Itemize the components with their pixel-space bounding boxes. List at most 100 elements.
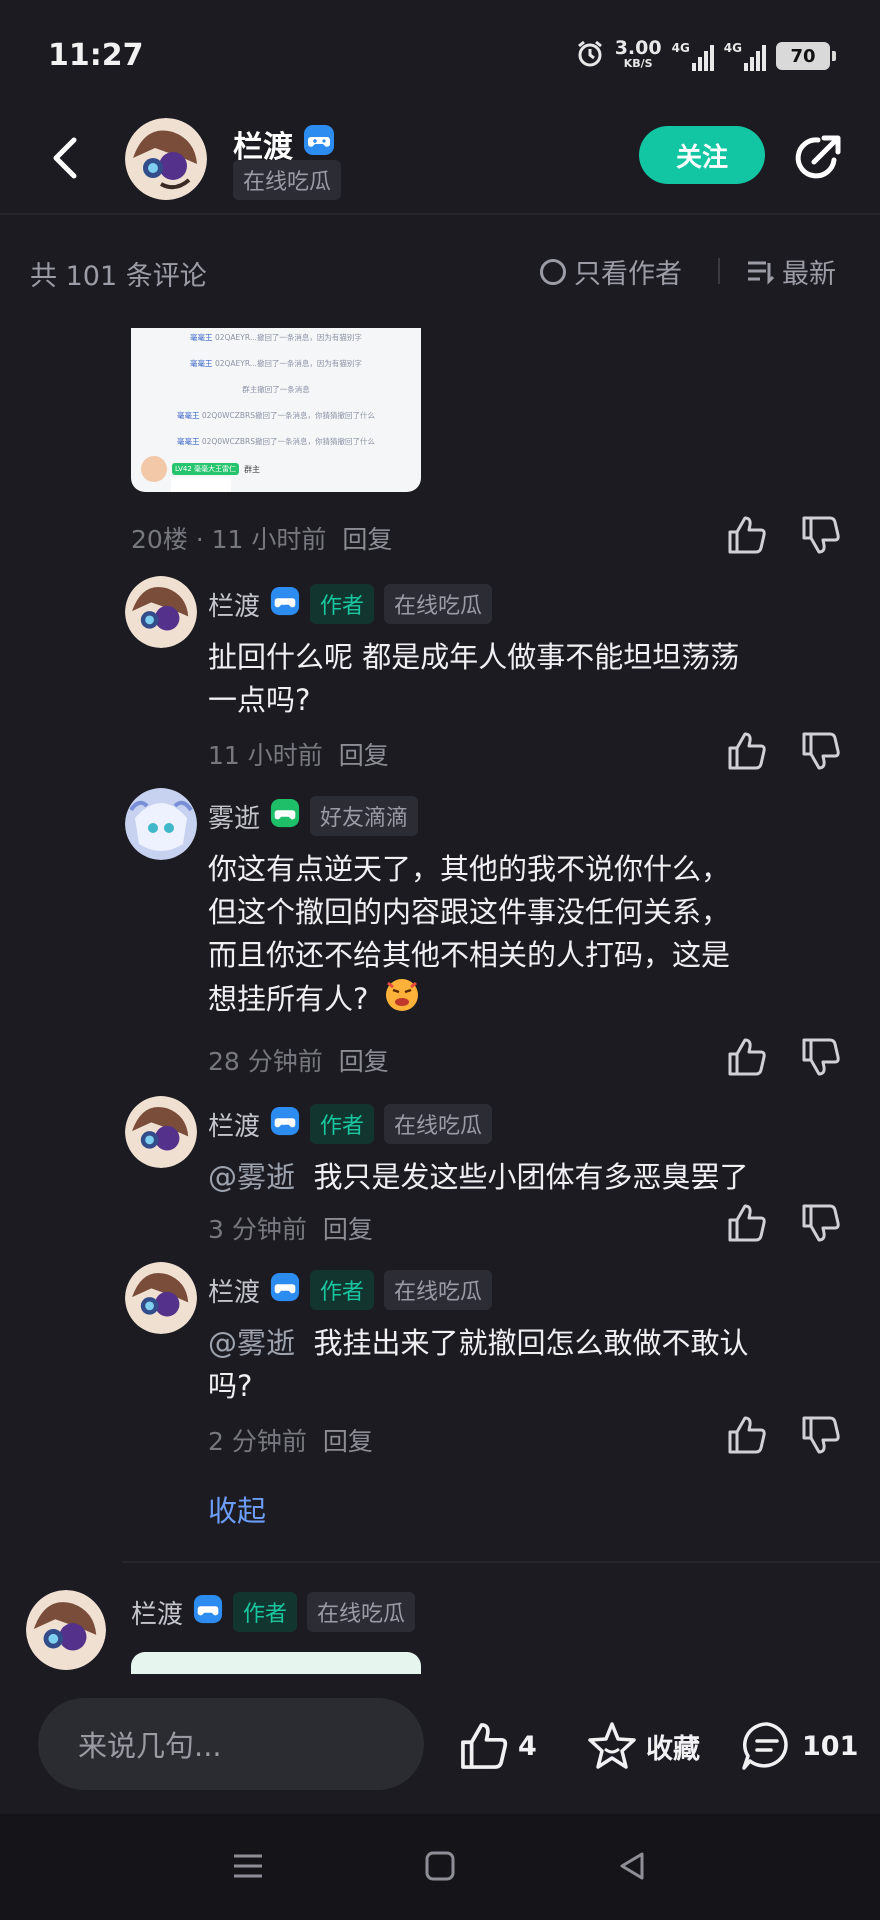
gamepad-badge-icon bbox=[270, 1106, 300, 1143]
thumbs-up-icon bbox=[728, 1204, 766, 1242]
thumbs-up-icon bbox=[728, 516, 766, 554]
embed-line: 毫毫王 02Q0WCZBRS撤回了一条消息，你猜猜撤回了什么 bbox=[176, 437, 376, 446]
reply-button[interactable]: 回复 bbox=[342, 520, 392, 556]
thumbs-up-icon bbox=[728, 1038, 766, 1076]
home-square-icon bbox=[425, 1851, 455, 1881]
comment-bubble-icon bbox=[742, 1722, 788, 1770]
user-tag: 在线吃瓜 bbox=[307, 1592, 416, 1632]
divider bbox=[0, 213, 880, 215]
divider bbox=[122, 1561, 880, 1563]
reply-button[interactable]: 回复 bbox=[339, 1042, 389, 1078]
angry-emoji-icon bbox=[384, 977, 420, 1025]
reply-author: 栏渡 作者 在线吃瓜 bbox=[208, 1270, 493, 1310]
embed-line: 毫毫王 02QAEYR...撤回了一条消息，因为有猫别字 bbox=[190, 359, 362, 368]
thumbs-up-icon bbox=[728, 732, 766, 770]
triangle-back-icon bbox=[620, 1852, 644, 1880]
avatar[interactable] bbox=[26, 1590, 106, 1670]
user-tag: 好友滴滴 bbox=[310, 796, 419, 836]
comment-meta: 28 分钟前 回复 bbox=[208, 1042, 389, 1078]
dislike-button[interactable] bbox=[800, 730, 842, 772]
header-tag: 在线吃瓜 bbox=[233, 160, 342, 200]
alarm-icon bbox=[575, 39, 605, 74]
home-nav-button[interactable] bbox=[424, 1850, 456, 1886]
favorite-button[interactable]: 收藏 bbox=[586, 1720, 700, 1772]
reply-text: @雾逝 我挂出来了就撤回怎么敢做不敢认 吗? bbox=[208, 1326, 749, 1403]
like-button[interactable] bbox=[726, 1414, 768, 1456]
system-nav-bar bbox=[0, 1814, 880, 1920]
dislike-button[interactable] bbox=[800, 1202, 842, 1244]
sort-icon bbox=[748, 261, 774, 285]
reply-button[interactable]: 回复 bbox=[339, 736, 389, 772]
avatar[interactable] bbox=[125, 788, 197, 860]
like-button[interactable] bbox=[726, 1036, 768, 1078]
embed-line: 群主撤回了一条消息 bbox=[242, 385, 310, 394]
share-button[interactable] bbox=[790, 130, 846, 186]
signal-icon: 4G bbox=[672, 41, 714, 71]
comments-button[interactable]: 101 bbox=[740, 1720, 858, 1772]
avatar[interactable] bbox=[125, 1262, 197, 1334]
mention-link[interactable]: @雾逝 bbox=[208, 1326, 295, 1360]
reply-button[interactable]: 回复 bbox=[323, 1422, 373, 1458]
author-badge: 作者 bbox=[310, 1270, 375, 1310]
avatar[interactable] bbox=[125, 118, 207, 200]
reply-text: 你这有点逆天了，其他的我不说你什么， 但这个撤回的内容跟这件事没任何关系， 而且… bbox=[208, 848, 730, 1025]
dislike-button[interactable] bbox=[800, 1036, 842, 1078]
status-icons: 3.00 KB/S 4G 4G 70 bbox=[575, 37, 836, 74]
divider bbox=[718, 258, 720, 284]
comment-input[interactable]: 来说几句... bbox=[38, 1698, 424, 1790]
thumbs-down-icon bbox=[802, 516, 840, 554]
battery-icon: 70 bbox=[776, 42, 836, 70]
user-tag: 在线吃瓜 bbox=[384, 584, 493, 624]
avatar[interactable] bbox=[125, 1096, 197, 1168]
status-time: 11:27 bbox=[48, 38, 144, 73]
comment-meta: 2 分钟前 回复 bbox=[208, 1422, 373, 1458]
follow-button[interactable]: 关注 bbox=[639, 126, 765, 184]
like-button[interactable] bbox=[726, 514, 768, 556]
thumbs-down-icon bbox=[802, 732, 840, 770]
comment-meta: 11 小时前 回复 bbox=[208, 736, 389, 772]
comment-count: 共 101 条评论 bbox=[30, 261, 207, 292]
thumbs-down-icon bbox=[802, 1204, 840, 1242]
comment-image[interactable] bbox=[131, 1652, 421, 1674]
thumbs-up-icon bbox=[461, 1723, 508, 1769]
like-button[interactable] bbox=[726, 730, 768, 772]
comment-image[interactable]: 毫毫王 02QAEYR...撤回了一条消息，因为有猫别字 毫毫王 02QAEYR… bbox=[131, 328, 421, 492]
chevron-left-icon bbox=[53, 137, 77, 179]
author-only-toggle[interactable]: 只看作者 bbox=[540, 252, 682, 291]
comment-meta: 3 分钟前 回复 bbox=[208, 1210, 373, 1246]
reply-text: @雾逝 我只是发这些小团体有多恶臭罢了 bbox=[208, 1160, 749, 1194]
menu-icon bbox=[234, 1854, 262, 1878]
embed-line: 毫毫王 02QAEYR...撤回了一条消息，因为有猫别字 bbox=[190, 333, 362, 342]
user-tag: 在线吃瓜 bbox=[384, 1270, 493, 1310]
comment-author: 栏渡 作者 在线吃瓜 bbox=[131, 1592, 416, 1632]
gamepad-badge-icon bbox=[303, 124, 335, 164]
back-button[interactable] bbox=[40, 128, 90, 188]
share-icon bbox=[795, 135, 841, 179]
dislike-button[interactable] bbox=[800, 1414, 842, 1456]
author-badge: 作者 bbox=[310, 584, 375, 624]
reply-button[interactable]: 回复 bbox=[323, 1210, 373, 1246]
gamepad-badge-icon bbox=[270, 586, 300, 623]
author-badge: 作者 bbox=[310, 1104, 375, 1144]
sort-button[interactable]: 最新 bbox=[746, 252, 836, 291]
like-post-button[interactable]: 4 bbox=[458, 1720, 537, 1772]
star-icon bbox=[588, 1722, 636, 1769]
user-tag: 在线吃瓜 bbox=[384, 1104, 493, 1144]
gamepad-badge-icon bbox=[193, 1594, 223, 1631]
gamepad-badge-icon bbox=[270, 798, 300, 835]
dislike-button[interactable] bbox=[800, 514, 842, 556]
mention-link[interactable]: @雾逝 bbox=[208, 1160, 295, 1194]
thumbs-down-icon bbox=[802, 1038, 840, 1076]
like-button[interactable] bbox=[726, 1202, 768, 1244]
thumbs-up-icon bbox=[728, 1416, 766, 1454]
avatar[interactable] bbox=[125, 576, 197, 648]
gamepad-badge-icon bbox=[270, 1272, 300, 1309]
reply-text: 扯回什么呢 都是成年人做事不能坦坦荡荡 一点吗? bbox=[208, 640, 740, 717]
network-speed: 3.00 KB/S bbox=[614, 37, 662, 71]
menu-nav-button[interactable] bbox=[232, 1850, 264, 1886]
thumbs-down-icon bbox=[802, 1416, 840, 1454]
reply-author: 雾逝 好友滴滴 bbox=[208, 796, 419, 836]
author-badge: 作者 bbox=[233, 1592, 298, 1632]
collapse-replies-button[interactable]: 收起 bbox=[208, 1488, 266, 1530]
back-nav-button[interactable] bbox=[616, 1850, 648, 1886]
